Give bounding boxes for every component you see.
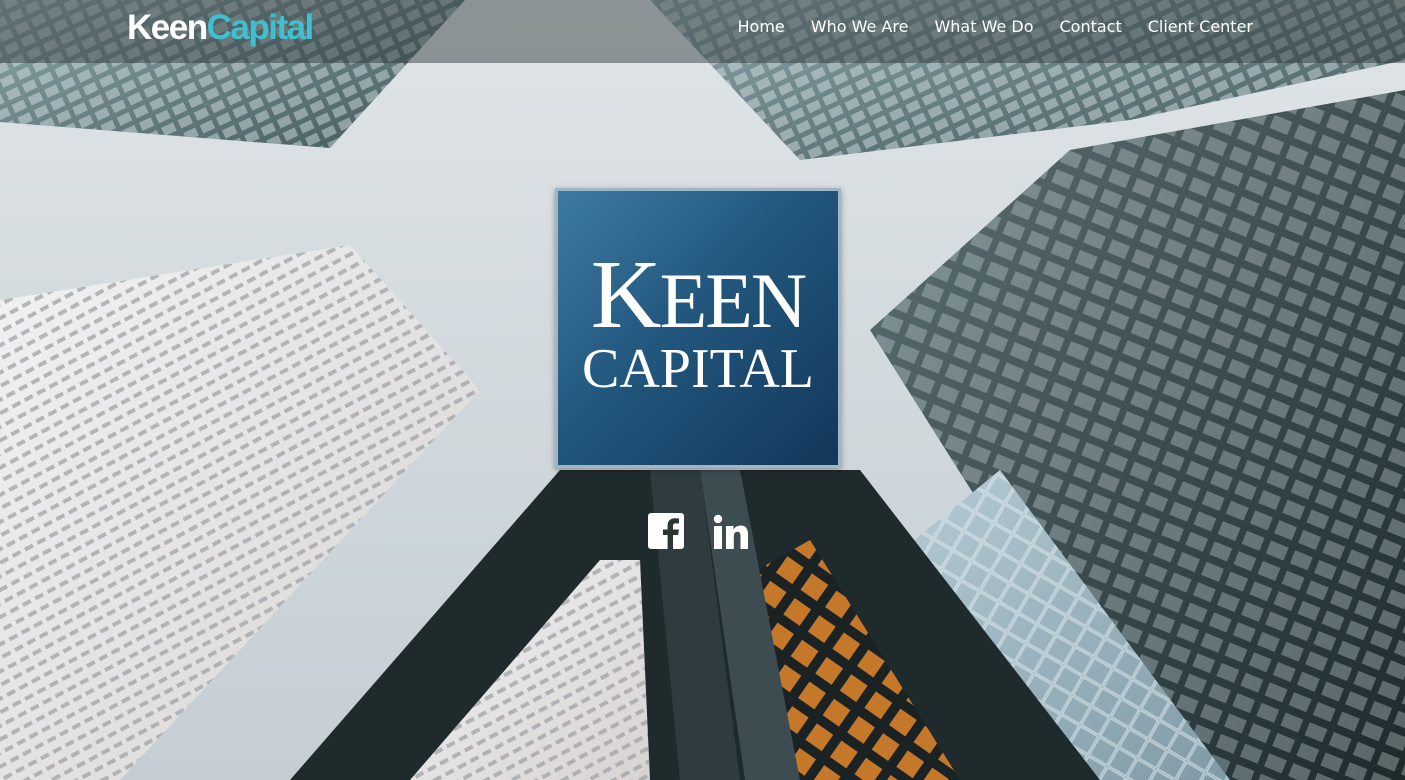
logo-keen-initial: K bbox=[590, 241, 662, 349]
nav-item-what-we-do[interactable]: What We Do bbox=[934, 14, 1033, 40]
page: Keen Capital Home Who We Are What We Do … bbox=[0, 0, 1405, 780]
logo-keen-rest: EEN bbox=[659, 257, 808, 344]
social-links bbox=[647, 512, 749, 550]
brand-name-capital: Capital bbox=[206, 8, 315, 47]
keen-capital-logo: KEEN CAPITAL bbox=[555, 188, 841, 468]
brand-name-keen: Keen bbox=[127, 8, 208, 47]
site-header: Keen Capital Home Who We Are What We Do … bbox=[0, 0, 1405, 63]
brand-logo-link[interactable]: Keen Capital bbox=[127, 6, 315, 50]
nav-item-client-center[interactable]: Client Center bbox=[1148, 14, 1253, 40]
main-nav: Home Who We Are What We Do Contact Clien… bbox=[738, 14, 1253, 40]
linkedin-icon bbox=[713, 514, 748, 549]
logo-line-capital: CAPITAL bbox=[582, 338, 814, 400]
facebook-icon bbox=[648, 513, 684, 549]
nav-item-contact[interactable]: Contact bbox=[1059, 14, 1121, 40]
nav-item-home[interactable]: Home bbox=[738, 14, 785, 40]
nav-item-who-we-are[interactable]: Who We Are bbox=[811, 14, 909, 40]
facebook-link[interactable] bbox=[647, 512, 685, 550]
linkedin-link[interactable] bbox=[711, 512, 749, 550]
logo-line-keen: KEEN bbox=[558, 246, 838, 347]
